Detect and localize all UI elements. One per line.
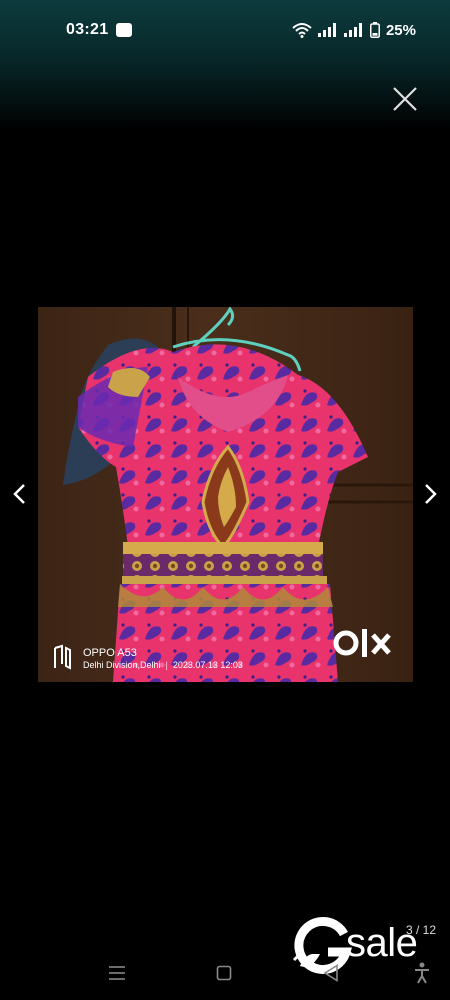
system-nav-bar (0, 950, 450, 1000)
olx-logo (333, 629, 391, 657)
notification-icon (116, 23, 132, 37)
watermark-timestamp: 2023.07.13 12:03 (172, 660, 243, 670)
battery-icon (369, 22, 380, 38)
watermark-device: OPPO A53 (83, 647, 137, 659)
close-icon[interactable] (391, 85, 419, 113)
wifi-icon (292, 23, 312, 38)
menu-icon[interactable] (108, 965, 126, 981)
status-bar: 03:21 25% (0, 0, 450, 60)
accessibility-icon[interactable] (414, 962, 430, 984)
back-triangle-icon[interactable] (323, 964, 339, 982)
watermark-separator: | (165, 660, 168, 670)
status-icons: 25% (292, 20, 416, 40)
watermark-location: Delhi Division,Delhi (83, 660, 161, 670)
status-time: 03:21 (66, 21, 109, 38)
watermark-meta: Delhi Division,Delhi | 2023.07.13 12:03 (83, 660, 243, 670)
battery-percent: 25% (385, 21, 416, 39)
chevron-right-icon[interactable] (419, 479, 441, 509)
signal-icon (317, 23, 336, 37)
chevron-left-icon[interactable] (9, 479, 31, 509)
signal-icon (343, 23, 362, 37)
photo-gallery-logo-icon (54, 644, 71, 670)
home-square-icon[interactable] (216, 965, 232, 981)
